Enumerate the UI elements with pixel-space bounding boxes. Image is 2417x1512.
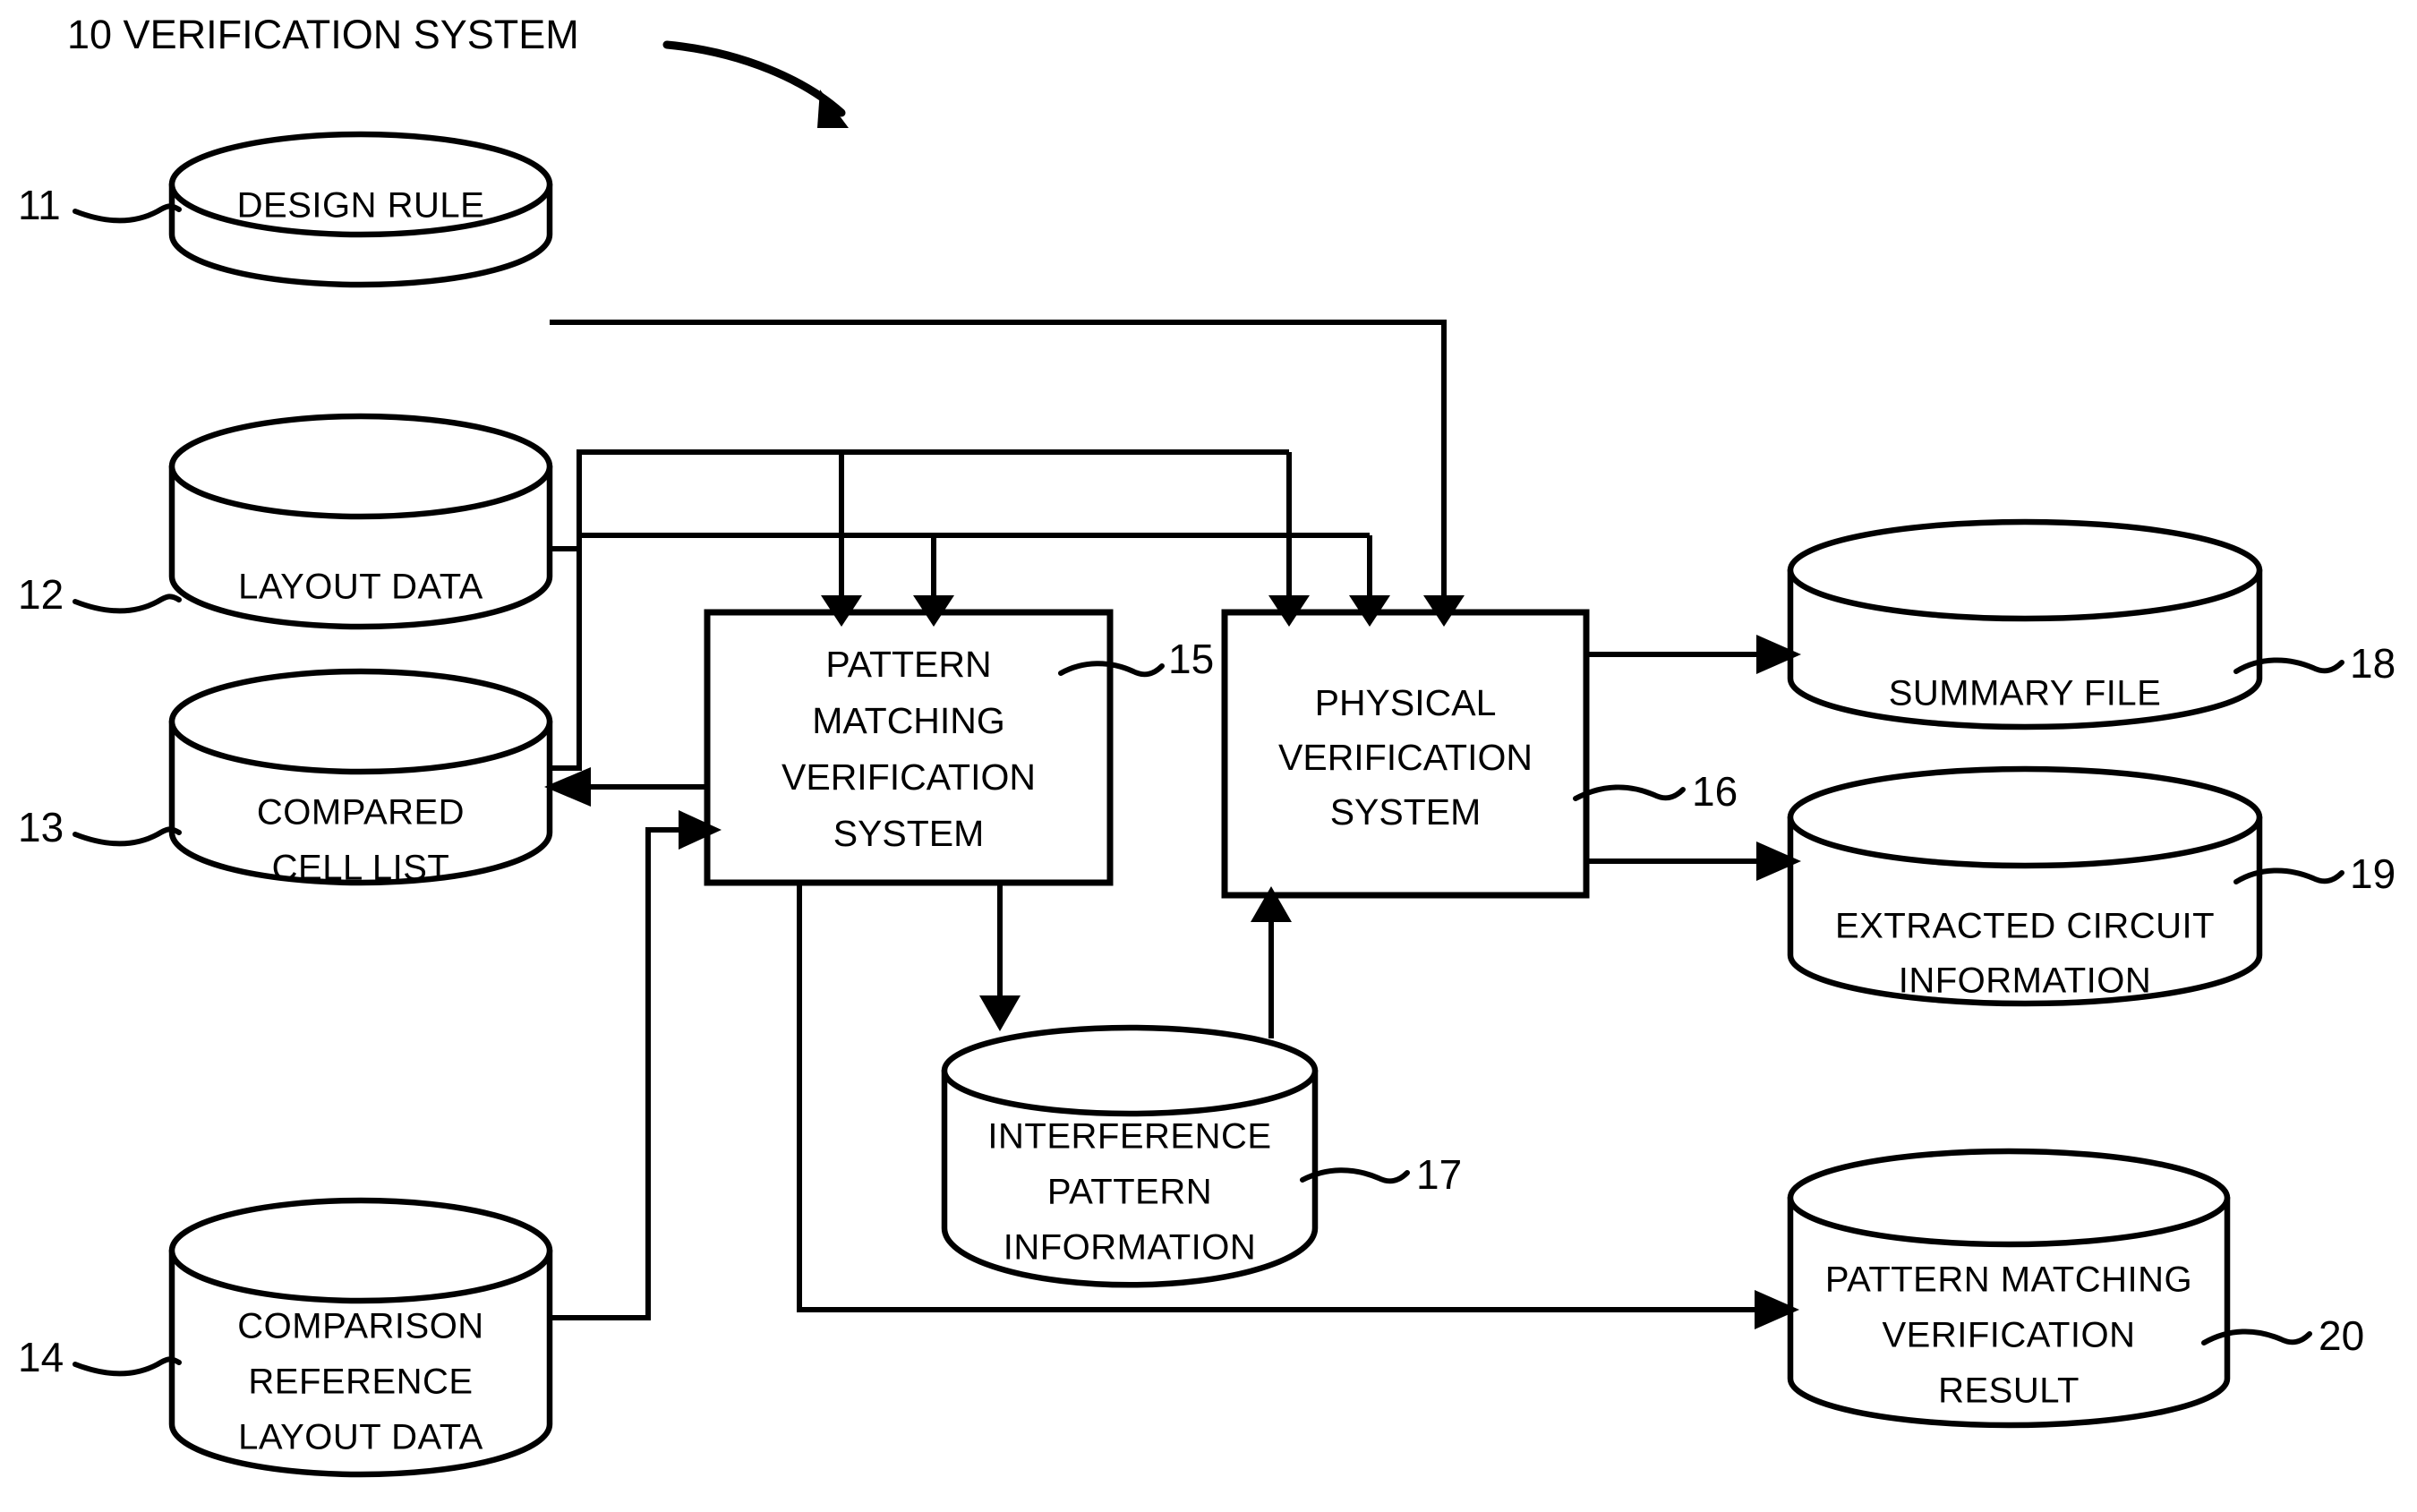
node-label-comparison-2: REFERENCE [248,1363,473,1402]
node-label-pmvr-2: VERIFICATION [1882,1316,2135,1355]
refnum-12: 12 [18,571,182,618]
node-pattern-matching-verification-system[interactable]: PATTERN MATCHING VERIFICATION SYSTEM [704,609,1114,886]
refnum-12-text: 12 [18,571,64,618]
refnum-11: 11 [18,182,182,228]
diagram-canvas: 10 VERIFICATION SYSTEM DESIGN RULE 11 LA… [18,12,2396,1478]
refnum-11-text: 11 [18,182,61,228]
refnum-19-text: 19 [2350,850,2396,897]
node-label-ipi-2: PATTERN [1047,1173,1212,1212]
node-label-summary-file: SUMMARY FILE [1889,674,2162,713]
refnum-13: 13 [18,804,182,850]
node-label-pmvr-1: PATTERN MATCHING [1825,1260,2192,1300]
node-label-compared-cell-list-2: CELL LIST [272,849,450,888]
refnum-16: 16 [1573,768,1738,815]
node-label-eci-2: INFORMATION [1899,961,2152,1001]
refnum-15-text: 15 [1168,636,1214,682]
node-label-comparison-3: LAYOUT DATA [238,1418,483,1457]
refnum-18-text: 18 [2350,640,2396,687]
node-label-pvs-1: PHYSICAL [1315,682,1497,723]
node-label-pmvr-3: RESULT [1938,1371,2080,1411]
node-label-layout-data: LAYOUT DATA [238,568,483,607]
node-label-pvs-2: VERIFICATION [1278,737,1533,778]
node-design-rule[interactable]: DESIGN RULE [168,131,553,288]
node-label-pmvs-2: MATCHING [812,700,1005,741]
node-physical-verification-system[interactable]: PHYSICAL VERIFICATION SYSTEM [1221,609,1590,899]
node-label-pmvs-1: PATTERN [825,644,991,685]
node-label-design-rule: DESIGN RULE [237,186,485,226]
node-extracted-circuit-information[interactable]: EXTRACTED CIRCUIT INFORMATION [1787,765,2263,1007]
refnum-14: 14 [18,1334,182,1380]
node-comparison-reference-layout-data[interactable]: COMPARISON REFERENCE LAYOUT DATA [168,1197,553,1478]
node-label-pmvs-3: VERIFICATION [781,756,1036,798]
refnum-14-text: 14 [18,1334,64,1380]
edge-14-to-15 [550,827,707,1320]
node-label-compared-cell-list-1: COMPARED [257,793,465,833]
node-label-pvs-3: SYSTEM [1330,791,1482,833]
figure-title-text: 10 VERIFICATION SYSTEM [67,12,579,57]
patent-figure: 10 VERIFICATION SYSTEM DESIGN RULE 11 LA… [0,0,2417,1512]
node-layout-data[interactable]: LAYOUT DATA [168,413,553,630]
edge-11-to-16 [550,320,1447,612]
node-label-comparison-1: COMPARISON [237,1307,483,1346]
figure-title: 10 VERIFICATION SYSTEM [67,12,579,57]
node-interference-pattern-information[interactable]: INTERFERENCE PATTERN INFORMATION [941,1024,1319,1288]
refnum-16-text: 16 [1692,768,1738,815]
refnum-17-text: 17 [1416,1151,1462,1198]
refnum-20-text: 20 [2319,1312,2364,1359]
node-label-pmvs-4: SYSTEM [833,813,985,854]
node-label-ipi-1: INTERFERENCE [987,1117,1271,1157]
node-pattern-matching-verification-result[interactable]: PATTERN MATCHING VERIFICATION RESULT [1787,1148,2231,1429]
title-pointer-arrow [662,40,849,128]
node-label-ipi-3: INFORMATION [1004,1228,1257,1268]
node-summary-file[interactable]: SUMMARY FILE [1787,518,2263,730]
arrowhead-15-to-17 [979,995,1021,1031]
refnum-17: 17 [1300,1151,1462,1198]
node-label-eci-1: EXTRACTED CIRCUIT [1835,907,2215,946]
refnum-13-text: 13 [18,804,64,850]
node-compared-cell-list[interactable]: COMPARED CELL LIST [168,668,553,888]
